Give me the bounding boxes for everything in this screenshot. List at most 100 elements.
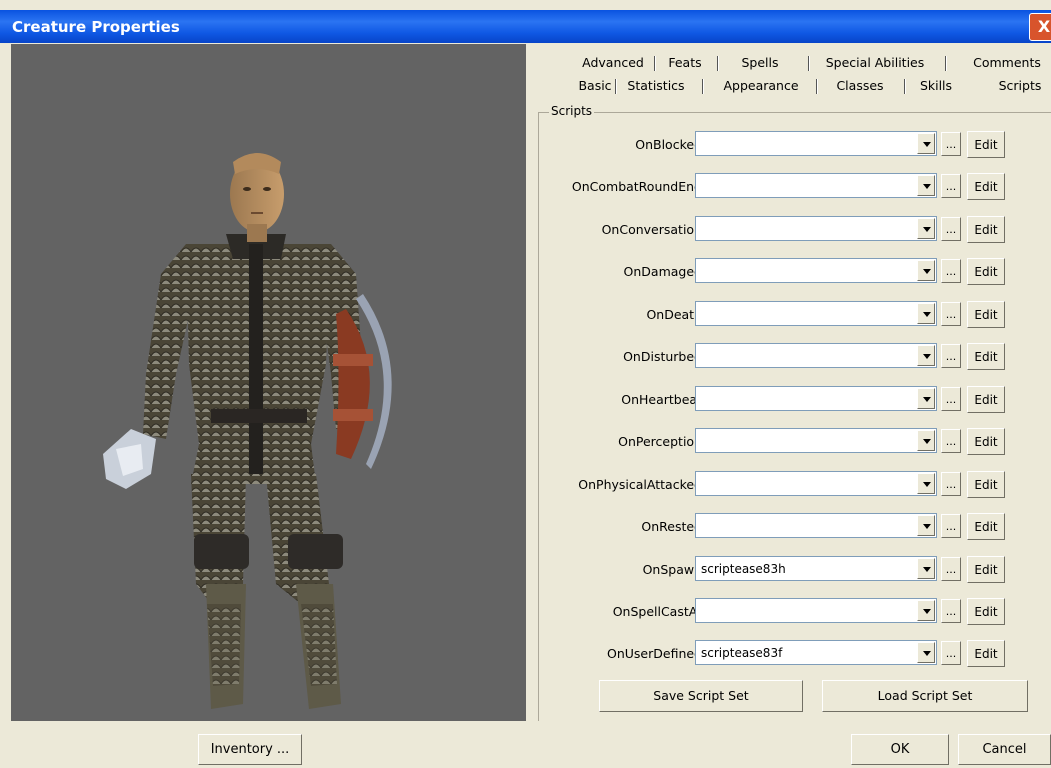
tab-statistics[interactable]: Statistics: [623, 75, 689, 97]
script-combo[interactable]: [695, 258, 937, 283]
script-combo[interactable]: [695, 428, 937, 453]
edit-button[interactable]: Edit: [967, 173, 1005, 200]
chevron-down-icon[interactable]: [917, 558, 935, 579]
event-label: OnSpellCastAt: [612, 604, 702, 619]
browse-button[interactable]: ...: [941, 174, 961, 198]
browse-button[interactable]: ...: [941, 302, 961, 326]
event-label: OnBlocked: [635, 137, 702, 152]
load-script-set-button[interactable]: Load Script Set: [822, 680, 1028, 712]
tab-separator: [654, 56, 656, 71]
inventory-button[interactable]: Inventory ...: [198, 734, 302, 765]
script-row-onblocked: OnBlocked ... Edit: [539, 131, 1051, 161]
event-label: OnSpawn: [642, 562, 702, 577]
creature-model-image: [103, 153, 392, 709]
tab-separator: [945, 56, 947, 71]
tab-separator: [816, 79, 818, 94]
script-combo[interactable]: [695, 343, 937, 368]
event-label: OnPhysicalAttacked: [578, 477, 702, 492]
chevron-down-icon[interactable]: [917, 218, 935, 239]
tab-appearance[interactable]: Appearance: [713, 75, 809, 97]
script-row-ondisturbed: OnDisturbed ... Edit: [539, 343, 1051, 373]
tab-separator: [808, 56, 810, 71]
edit-button[interactable]: Edit: [967, 343, 1005, 370]
browse-button[interactable]: ...: [941, 429, 961, 453]
script-row-onheartbeat: OnHeartbeat ... Edit: [539, 386, 1051, 416]
creature-preview-viewport[interactable]: [11, 44, 526, 721]
tab-skills[interactable]: Skills: [910, 75, 962, 97]
script-combo[interactable]: [695, 598, 937, 623]
chevron-down-icon[interactable]: [917, 473, 935, 494]
edit-button[interactable]: Edit: [967, 258, 1005, 285]
edit-button[interactable]: Edit: [967, 556, 1005, 583]
edit-button[interactable]: Edit: [967, 471, 1005, 498]
browse-button[interactable]: ...: [941, 472, 961, 496]
chevron-down-icon[interactable]: [917, 430, 935, 451]
tab-comments[interactable]: Comments: [962, 52, 1051, 74]
browse-button[interactable]: ...: [941, 132, 961, 156]
event-label: OnCombatRoundEnd: [571, 179, 702, 194]
chevron-down-icon[interactable]: [917, 600, 935, 621]
tab-feats[interactable]: Feats: [660, 52, 710, 74]
script-row-oncombatroundend: OnCombatRoundEnd ... Edit: [539, 173, 1051, 203]
script-row-ondeath: OnDeath ... Edit: [539, 301, 1051, 331]
chevron-down-icon[interactable]: [917, 260, 935, 281]
ok-button[interactable]: OK: [851, 734, 949, 765]
browse-button[interactable]: ...: [941, 217, 961, 241]
window-title: Creature Properties: [12, 18, 180, 36]
tab-basic[interactable]: Basic: [575, 75, 615, 97]
script-value: scriptease83f: [701, 646, 783, 660]
script-combo[interactable]: [695, 386, 937, 411]
script-combo[interactable]: [695, 471, 937, 496]
chevron-down-icon[interactable]: [917, 175, 935, 196]
edit-button[interactable]: Edit: [967, 598, 1005, 625]
chevron-down-icon[interactable]: [917, 642, 935, 663]
tab-special-abilities[interactable]: Special Abilities: [815, 52, 935, 74]
cancel-button[interactable]: Cancel: [958, 734, 1051, 765]
scripts-group-label: Scripts: [549, 104, 595, 118]
tab-separator: [702, 79, 704, 94]
event-label: OnDeath: [646, 307, 702, 322]
edit-button[interactable]: Edit: [967, 216, 1005, 243]
script-row-onspawn: OnSpawn scriptease83h ... Edit: [539, 556, 1051, 586]
title-bar: Creature Properties X: [0, 10, 1051, 43]
browse-button[interactable]: ...: [941, 344, 961, 368]
script-combo[interactable]: [695, 513, 937, 538]
script-combo[interactable]: [695, 173, 937, 198]
scripts-group: Scripts OnBlocked ... Edit OnCombatRound…: [538, 104, 1051, 721]
script-row-onphysicalattacked: OnPhysicalAttacked ... Edit: [539, 471, 1051, 501]
close-button[interactable]: X: [1029, 13, 1051, 41]
edit-button[interactable]: Edit: [967, 386, 1005, 413]
browse-button[interactable]: ...: [941, 599, 961, 623]
edit-button[interactable]: Edit: [967, 640, 1005, 667]
script-combo[interactable]: scriptease83f: [695, 640, 937, 665]
edit-button[interactable]: Edit: [967, 131, 1005, 158]
tab-advanced[interactable]: Advanced: [578, 52, 648, 74]
script-combo[interactable]: [695, 216, 937, 241]
tab-scripts[interactable]: Scripts: [990, 75, 1050, 97]
browse-button[interactable]: ...: [941, 557, 961, 581]
browse-button[interactable]: ...: [941, 641, 961, 665]
event-label: OnConversation: [601, 222, 702, 237]
script-row-onuserdefined: OnUserDefined scriptease83f ... Edit: [539, 640, 1051, 670]
edit-button[interactable]: Edit: [967, 513, 1005, 540]
script-combo[interactable]: [695, 301, 937, 326]
browse-button[interactable]: ...: [941, 387, 961, 411]
chevron-down-icon[interactable]: [917, 388, 935, 409]
browse-button[interactable]: ...: [941, 514, 961, 538]
chevron-down-icon[interactable]: [917, 345, 935, 366]
tab-classes[interactable]: Classes: [827, 75, 893, 97]
script-combo[interactable]: [695, 131, 937, 156]
edit-button[interactable]: Edit: [967, 301, 1005, 328]
browse-button[interactable]: ...: [941, 259, 961, 283]
edit-button[interactable]: Edit: [967, 428, 1005, 455]
save-script-set-button[interactable]: Save Script Set: [599, 680, 803, 712]
script-value: scriptease83h: [701, 562, 786, 576]
chevron-down-icon[interactable]: [917, 133, 935, 154]
script-combo[interactable]: scriptease83h: [695, 556, 937, 581]
chevron-down-icon[interactable]: [917, 303, 935, 324]
event-label: OnHeartbeat: [621, 392, 702, 407]
tab-spells[interactable]: Spells: [725, 52, 795, 74]
event-label: OnDamaged: [623, 264, 702, 279]
event-label: OnDisturbed: [623, 349, 702, 364]
chevron-down-icon[interactable]: [917, 515, 935, 536]
